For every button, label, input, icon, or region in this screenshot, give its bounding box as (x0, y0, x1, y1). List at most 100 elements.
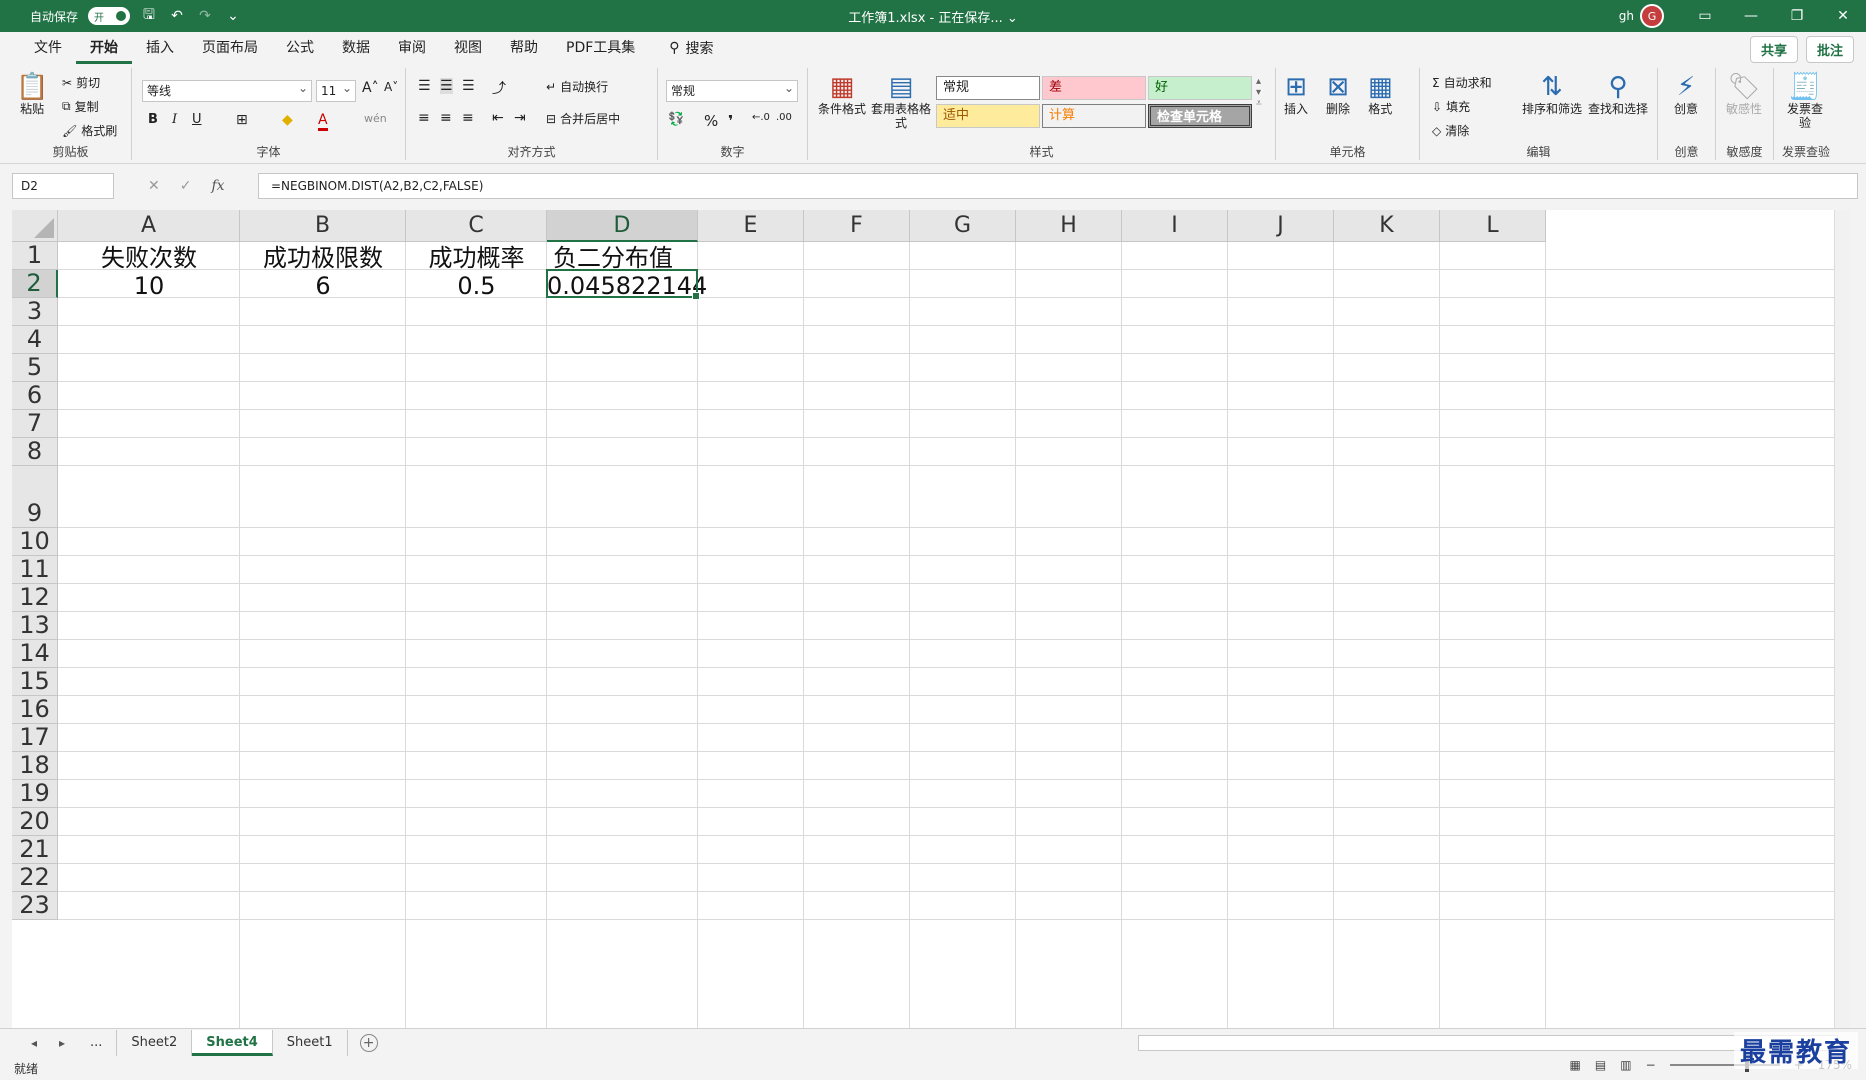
format-painter-button[interactable]: 🖌 格式刷 (62, 122, 117, 139)
column-header-a[interactable]: A (58, 210, 240, 242)
comments-button[interactable]: 批注 (1805, 36, 1854, 63)
row-header-4[interactable]: 4 (12, 325, 58, 354)
column-header-l[interactable]: L (1440, 210, 1546, 242)
row-header-9[interactable]: 9 (12, 466, 58, 528)
format-cells-button[interactable]: ▦ 格式 (1368, 72, 1393, 116)
autosave-toggle[interactable]: 开 (88, 7, 131, 25)
fill-color-icon[interactable]: ◆ (282, 112, 293, 128)
column-header-e[interactable]: E (698, 210, 804, 242)
style-calculation[interactable]: 计算 (1042, 104, 1146, 128)
comma-style-icon[interactable]: ❜ (728, 112, 733, 130)
cancel-icon[interactable]: ✕ (148, 178, 160, 194)
bold-button[interactable]: B (148, 112, 158, 127)
cell-b1[interactable]: 成功极限数 (240, 242, 406, 272)
restore-icon[interactable]: ❐ (1774, 0, 1820, 32)
column-header-h[interactable]: H (1016, 210, 1122, 242)
row-header-19[interactable]: 19 (12, 779, 58, 808)
select-all-corner[interactable] (12, 210, 58, 242)
decrease-indent-icon[interactable]: ⇤ (492, 110, 504, 126)
name-box[interactable]: D2 (12, 173, 114, 199)
style-normal[interactable]: 常规 (936, 76, 1040, 100)
enter-icon[interactable]: ✓ (180, 178, 192, 194)
increase-font-icon[interactable]: A˄ (362, 80, 379, 96)
style-bad[interactable]: 差 (1042, 76, 1146, 100)
align-bottom-icon[interactable]: ☰ (462, 78, 475, 94)
page-layout-view-icon[interactable]: ▤ (1595, 1058, 1606, 1072)
copy-button[interactable]: ⧉ 复制 (62, 98, 99, 115)
row-header-15[interactable]: 15 (12, 667, 58, 696)
tab-help[interactable]: 帮助 (496, 32, 552, 64)
row-header-5[interactable]: 5 (12, 353, 58, 382)
style-check-cell[interactable]: 检查单元格 (1148, 104, 1252, 128)
vertical-scrollbar[interactable] (1834, 210, 1850, 1028)
align-left-icon[interactable]: ≡ (418, 110, 430, 126)
close-icon[interactable]: ✕ (1820, 0, 1866, 32)
ribbon-display-icon[interactable]: ▭ (1682, 0, 1728, 32)
row-header-14[interactable]: 14 (12, 639, 58, 668)
column-header-c[interactable]: C (406, 210, 547, 242)
formula-input[interactable]: =NEGBINOM.DIST(A2,B2,C2,FALSE) (258, 173, 1858, 199)
share-button[interactable]: 共享 (1749, 36, 1798, 63)
increase-decimal-icon[interactable]: ←.0 (752, 112, 770, 123)
autosum-button[interactable]: Σ 自动求和 (1432, 74, 1492, 91)
border-icon[interactable]: ⊞ (236, 112, 248, 128)
row-header-13[interactable]: 13 (12, 611, 58, 640)
sheet-tab-sheet4[interactable]: Sheet4 (192, 1029, 273, 1056)
row-header-10[interactable]: 10 (12, 527, 58, 556)
column-header-i[interactable]: I (1122, 210, 1228, 242)
tab-page-layout[interactable]: 页面布局 (188, 32, 272, 64)
number-format-select[interactable]: 常规 (666, 78, 798, 102)
row-header-16[interactable]: 16 (12, 695, 58, 724)
cell-d1[interactable]: 负二分布值 (547, 242, 698, 272)
align-center-icon[interactable]: ≡ (440, 110, 452, 126)
add-sheet-icon[interactable]: + (359, 1033, 378, 1052)
cut-button[interactable]: ✂ 剪切 (62, 74, 100, 91)
row-header-22[interactable]: 22 (12, 863, 58, 892)
cell-a1[interactable]: 失败次数 (58, 242, 240, 272)
column-header-k[interactable]: K (1334, 210, 1440, 242)
row-header-17[interactable]: 17 (12, 723, 58, 752)
row-header-23[interactable]: 23 (12, 891, 58, 920)
increase-indent-icon[interactable]: ⇥ (514, 110, 526, 126)
redo-icon[interactable]: ↷ (196, 8, 214, 24)
cell-b2[interactable]: 6 (240, 270, 406, 300)
next-sheet-icon[interactable]: ▸ (48, 1036, 76, 1050)
column-header-j[interactable]: J (1228, 210, 1334, 242)
row-header-8[interactable]: 8 (12, 437, 58, 466)
column-header-f[interactable]: F (804, 210, 910, 242)
fill-button[interactable]: ⇩ 填充 (1432, 98, 1470, 115)
undo-icon[interactable]: ↶ (168, 8, 186, 24)
sheet-tab-sheet2[interactable]: Sheet2 (117, 1029, 193, 1056)
tab-formulas[interactable]: 公式 (272, 32, 328, 64)
column-header-b[interactable]: B (240, 210, 406, 242)
merge-center-button[interactable]: ⊟ 合并后居中 (546, 110, 620, 127)
cell-a2[interactable]: 10 (58, 270, 240, 300)
paste-button[interactable]: 📋 粘贴 (16, 72, 48, 116)
wrap-text-button[interactable]: ↵ 自动换行 (546, 78, 608, 95)
cell-c2[interactable]: 0.5 (406, 270, 547, 300)
font-name-select[interactable]: 等线 (142, 78, 312, 102)
normal-view-icon[interactable]: ▦ (1570, 1058, 1581, 1072)
styles-scroll-icon[interactable]: ▴ ▾ ⩡ (1256, 76, 1262, 109)
creative-button[interactable]: ⚡ 创意 (1666, 72, 1706, 116)
clear-button[interactable]: ◇ 清除 (1432, 122, 1469, 139)
column-header-d[interactable]: D (547, 210, 698, 242)
underline-button[interactable]: U (192, 112, 202, 127)
column-header-g[interactable]: G (910, 210, 1016, 242)
style-good[interactable]: 好 (1148, 76, 1252, 100)
row-header-7[interactable]: 7 (12, 409, 58, 438)
find-select-button[interactable]: ⚲ 查找和选择 (1588, 72, 1648, 116)
percent-button[interactable]: % (704, 112, 718, 130)
spreadsheet-grid[interactable]: A B C D E F G H I J K L 1 2 3 4 5 6 7 8 9 10 11 12 13 14 15 16 17 18 1… (12, 210, 1850, 1028)
zoom-out-icon[interactable]: − (1646, 1058, 1656, 1072)
tab-review[interactable]: 审阅 (384, 32, 440, 64)
font-size-select[interactable]: 11 (316, 78, 356, 102)
align-right-icon[interactable]: ≡ (462, 110, 474, 126)
conditional-formatting-button[interactable]: ▦ 条件格式 (812, 72, 872, 116)
sensitivity-button[interactable]: 🏷 敏感性 (1724, 72, 1764, 116)
tab-insert[interactable]: 插入 (132, 32, 188, 64)
save-icon[interactable]: 🖫 (140, 4, 158, 28)
insert-function-icon[interactable]: fx (211, 178, 224, 194)
italic-button[interactable]: I (172, 112, 177, 127)
tab-view[interactable]: 视图 (440, 32, 496, 64)
